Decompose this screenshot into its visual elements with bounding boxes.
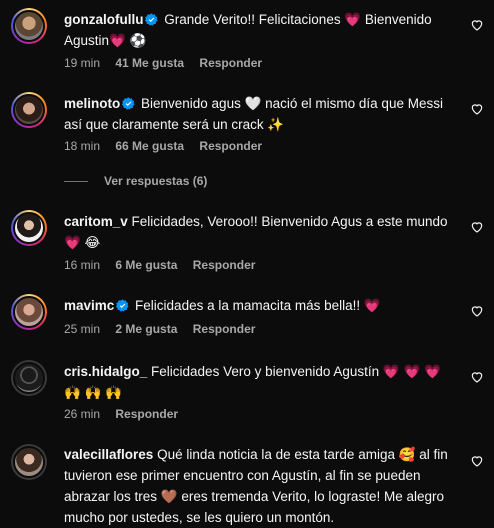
comment-text: Bienvenido agus 🤍 nació el mismo día que…: [64, 96, 443, 132]
view-replies-button[interactable]: Ver respuestas (6): [64, 174, 207, 188]
comment-time: 18 min: [64, 139, 101, 153]
comment-meta: 18 min 66 Me gusta Responder: [64, 138, 274, 154]
replies-divider: [64, 180, 88, 182]
comment-username[interactable]: melinoto: [64, 96, 120, 111]
like-heart-icon[interactable]: [470, 102, 484, 116]
comment-username[interactable]: cris.hidalgo_: [64, 364, 147, 379]
reply-button[interactable]: Responder: [115, 407, 178, 421]
like-heart-icon[interactable]: [470, 370, 484, 384]
comment-username[interactable]: gonzalofullu: [64, 12, 143, 27]
avatar[interactable]: [11, 92, 47, 128]
comment-likes[interactable]: 41 Me gusta: [115, 56, 184, 70]
comment-time: 26 min: [64, 407, 101, 421]
like-heart-icon[interactable]: [470, 454, 484, 468]
comment-meta: 26 min Responder: [64, 406, 190, 422]
comment-username[interactable]: caritom_v: [64, 214, 128, 229]
comment-time: 25 min: [64, 322, 101, 336]
comment-likes[interactable]: 2 Me gusta: [115, 322, 177, 336]
avatar[interactable]: [11, 360, 47, 396]
like-heart-icon[interactable]: [470, 220, 484, 234]
comment-likes[interactable]: 66 Me gusta: [115, 139, 184, 153]
comment-username[interactable]: valecillaflores: [64, 447, 153, 462]
comment-meta: 16 min 6 Me gusta Responder: [64, 257, 267, 273]
comment-username[interactable]: mavimc: [64, 298, 114, 313]
verified-badge-icon: [145, 13, 159, 26]
comment-likes[interactable]: 6 Me gusta: [115, 258, 177, 272]
verified-badge-icon: [122, 97, 135, 110]
like-heart-icon[interactable]: [470, 304, 484, 318]
avatar[interactable]: [11, 8, 47, 44]
reply-button[interactable]: Responder: [193, 322, 256, 336]
comment-time: 19 min: [64, 56, 101, 70]
comment-text: Felicidades a la mamacita más bella!! 💗: [131, 298, 381, 313]
reply-button[interactable]: Responder: [199, 139, 262, 153]
like-heart-icon[interactable]: [470, 18, 484, 32]
comment-meta: 19 min 41 Me gusta Responder: [64, 55, 274, 71]
verified-badge-icon: [116, 299, 129, 312]
comment-time: 16 min: [64, 258, 101, 272]
view-replies-label[interactable]: Ver respuestas (6): [104, 174, 207, 188]
avatar[interactable]: [11, 294, 47, 330]
comment-meta: 25 min 2 Me gusta Responder: [64, 321, 267, 337]
reply-button[interactable]: Responder: [199, 56, 262, 70]
avatar[interactable]: [11, 210, 47, 246]
avatar[interactable]: [11, 444, 47, 480]
reply-button[interactable]: Responder: [193, 258, 256, 272]
